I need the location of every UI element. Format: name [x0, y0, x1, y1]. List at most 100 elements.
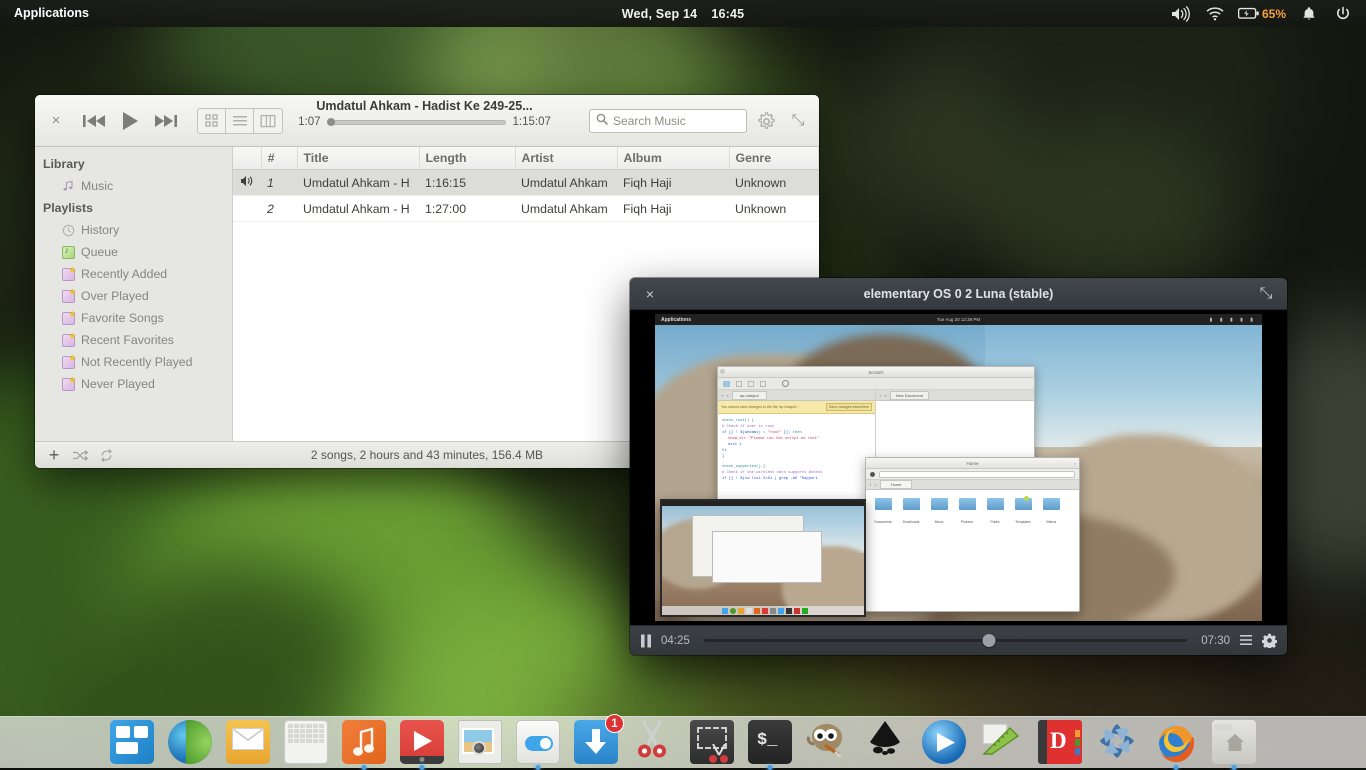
pause-button[interactable]	[640, 634, 652, 648]
gear-icon[interactable]	[1262, 633, 1277, 648]
column-header-genre[interactable]: Genre	[729, 147, 819, 170]
column-header-playing[interactable]	[233, 147, 261, 170]
screenshot-icon	[690, 720, 734, 764]
dock-item-midori-browser[interactable]	[166, 718, 214, 766]
maximize-icon[interactable]: ⤡	[785, 108, 811, 134]
dock-item-photos-app[interactable]	[456, 718, 504, 766]
video-title: elementary OS 0 2 Luna (stable)	[630, 287, 1287, 301]
dock-item-inkscape-app[interactable]	[862, 718, 910, 766]
dock-item-video-app[interactable]	[398, 718, 446, 766]
dock-item-music-app[interactable]	[340, 718, 388, 766]
music-seek-slider[interactable]	[328, 120, 506, 125]
terminal-icon: $_	[748, 720, 792, 764]
play-button[interactable]	[113, 104, 147, 138]
dock-item-scissors-tool[interactable]	[630, 718, 678, 766]
sidebar-item-label: Music	[81, 179, 113, 193]
now-playing-title: Umdatul Ahkam - Hadist Ke 249-25...	[316, 99, 532, 113]
panel-clock[interactable]: Wed, Sep 1416:45	[0, 7, 1366, 21]
sidebar-item-queue[interactable]: Queue	[35, 241, 232, 263]
gimp-icon	[806, 720, 850, 764]
sidebar-item-history[interactable]: History	[35, 219, 232, 241]
sidebar-item-over-played[interactable]: Over Played	[35, 285, 232, 307]
video-controls-bar: 04:25 07:30	[630, 625, 1287, 655]
sidebar-section-library: Library	[35, 153, 232, 175]
dock-item-gimp-app[interactable]	[804, 718, 852, 766]
inner-editor-title: Scratch	[718, 367, 1034, 378]
sidebar-item-label: Never Played	[81, 377, 155, 391]
notification-badge: 1	[605, 714, 624, 733]
maximize-icon[interactable]: ⤡	[1255, 283, 1277, 305]
video-seek-slider[interactable]	[704, 639, 1187, 642]
row-genre: Unknown	[729, 196, 819, 222]
column-view-icon[interactable]	[254, 109, 282, 133]
dock-item-software-center[interactable]: 1	[572, 718, 620, 766]
sidebar-item-recently-added[interactable]: Recently Added	[35, 263, 232, 285]
dock-item-dictionary-app[interactable]: D	[1036, 718, 1084, 766]
sidebar-item-music[interactable]: Music	[35, 175, 232, 197]
sidebar-item-label: Recently Added	[81, 267, 167, 281]
elapsed-time: 1:07	[298, 116, 320, 128]
row-album: Fiqh Haji	[617, 170, 729, 196]
list-view-icon[interactable]	[226, 109, 254, 133]
row-number: 2	[261, 196, 297, 222]
search-input[interactable]	[613, 114, 740, 128]
midori-icon	[168, 720, 212, 764]
video-player-window[interactable]: × elementary OS 0 2 Luna (stable) ⤡ Appl…	[630, 278, 1287, 655]
video-icon	[400, 720, 444, 764]
photos-icon	[458, 720, 502, 764]
column-header-length[interactable]: Length	[419, 147, 515, 170]
panel-tray: 65%	[1166, 0, 1358, 27]
row-artist: Umdatul Ahkam	[515, 196, 617, 222]
sidebar-item-label: Recent Favorites	[81, 333, 174, 347]
inner-files-tab: Home	[880, 480, 913, 489]
row-length: 1:16:15	[419, 170, 515, 196]
view-mode-switcher[interactable]	[197, 108, 283, 134]
dock-item-calendar-app[interactable]	[282, 718, 330, 766]
sidebar-item-not-recently-played[interactable]: Not Recently Played	[35, 351, 232, 373]
dock-item-screenshot-tool[interactable]	[688, 718, 736, 766]
grid-view-icon[interactable]	[198, 109, 226, 133]
now-playing-seek: 1:07 1:15:07	[298, 116, 551, 128]
dock-item-switchboard-settings[interactable]	[514, 718, 562, 766]
column-header-number[interactable]: #	[261, 147, 297, 170]
dock-item-terminal-app[interactable]: $_	[746, 718, 794, 766]
column-header-artist[interactable]: Artist	[515, 147, 617, 170]
dock-item-files-app[interactable]	[1210, 718, 1258, 766]
row-title: Umdatul Ahkam - H	[297, 170, 419, 196]
inner-editor-tab2: New Document	[890, 391, 929, 400]
transport-controls	[77, 104, 183, 138]
notification-bell-icon[interactable]	[1294, 0, 1324, 27]
table-row[interactable]: 1 Umdatul Ahkam - H 1:16:15 Umdatul Ahka…	[233, 170, 819, 196]
dock-item-slingshot-launcher[interactable]	[108, 718, 156, 766]
next-track-button[interactable]	[149, 104, 183, 138]
sidebar-item-favorite-songs[interactable]: Favorite Songs	[35, 307, 232, 329]
column-header-title[interactable]: Title	[297, 147, 419, 170]
sidebar-item-recent-favorites[interactable]: Recent Favorites	[35, 329, 232, 351]
dock-item-media-player-app[interactable]	[920, 718, 968, 766]
row-genre: Unknown	[729, 170, 819, 196]
search-music-box[interactable]	[589, 109, 747, 133]
volume-icon[interactable]	[1166, 0, 1196, 27]
dock-item-ruler-app[interactable]	[978, 718, 1026, 766]
power-icon[interactable]	[1328, 0, 1358, 27]
playlist-icon[interactable]	[1239, 634, 1253, 647]
dock-item-mail-app[interactable]	[224, 718, 272, 766]
wifi-icon[interactable]	[1200, 0, 1230, 27]
column-header-album[interactable]: Album	[617, 147, 729, 170]
sidebar-item-never-played[interactable]: Never Played	[35, 373, 232, 395]
music-header-right: ⤡	[589, 95, 811, 147]
gear-icon[interactable]	[753, 108, 779, 134]
playlist-icon	[61, 355, 75, 369]
battery-icon[interactable]	[1234, 0, 1264, 27]
close-icon[interactable]: ×	[43, 108, 69, 134]
previous-track-button[interactable]	[77, 104, 111, 138]
row-number: 1	[261, 170, 297, 196]
slingshot-icon	[110, 720, 154, 764]
music-icon	[342, 720, 386, 764]
dock-item-firefox-browser[interactable]	[1152, 718, 1200, 766]
seek-knob[interactable]	[982, 634, 995, 647]
seek-knob[interactable]	[327, 118, 335, 126]
dock-item-shotwell-app[interactable]	[1094, 718, 1142, 766]
video-stage[interactable]: Applications Tue Aug 20 12:38 PM ▮ ▮ ▮ ▮…	[630, 310, 1287, 625]
table-row[interactable]: 2 Umdatul Ahkam - H 1:27:00 Umdatul Ahka…	[233, 196, 819, 222]
